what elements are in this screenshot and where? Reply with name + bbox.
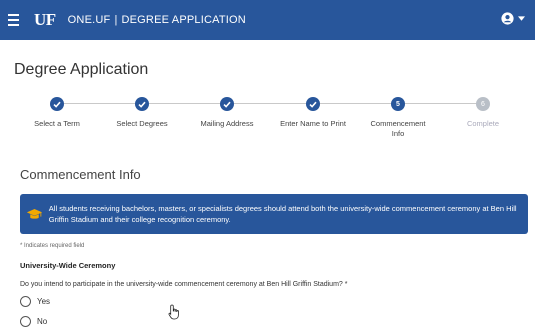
user-menu-button[interactable] (501, 12, 525, 25)
step-select-term[interactable]: Select a Term (14, 94, 100, 129)
radio-label-no: No (37, 317, 48, 326)
app-title: ONE.UF | DEGREE APPLICATION (68, 14, 246, 26)
step-label: Select Degrees (116, 119, 168, 128)
step-label: Mailing Address (200, 119, 254, 128)
user-icon (501, 12, 514, 25)
step-complete: 6 Complete (440, 94, 526, 129)
step-enter-name[interactable]: Enter Name to Print (270, 94, 356, 129)
info-alert: All students receiving bachelors, master… (20, 194, 528, 234)
step-label: Enter Name to Print (280, 119, 346, 128)
required-field-note: * Indicates required field (20, 243, 85, 249)
step-number: 6 (476, 97, 490, 111)
hamburger-icon[interactable] (8, 0, 26, 40)
radio-no[interactable]: No (20, 316, 47, 327)
alert-message: All students receiving bachelors, master… (48, 204, 517, 224)
check-icon (306, 97, 320, 111)
step-select-degrees[interactable]: Select Degrees (99, 94, 185, 129)
section-title: Commencement Info (20, 167, 141, 182)
page-title: Degree Application (14, 61, 149, 78)
app-section: DEGREE APPLICATION (121, 14, 246, 26)
progress-stepper: Select a Term Select Degrees Mailing Add… (14, 94, 526, 146)
step-label: Complete (466, 119, 500, 128)
radio-label-yes: Yes (37, 297, 51, 306)
step-label: Commencement Info (370, 119, 426, 138)
check-icon (220, 97, 234, 111)
radio-button-yes[interactable] (20, 296, 31, 307)
step-number: 5 (391, 97, 405, 111)
chevron-down-icon (518, 16, 525, 21)
title-separator: | (114, 14, 118, 26)
check-icon (50, 97, 64, 111)
step-commencement-info: 5 Commencement Info (355, 94, 441, 139)
graduation-cap-icon (20, 208, 49, 221)
participation-question: Do you intend to participate in the univ… (20, 281, 348, 288)
hand-cursor-icon (168, 304, 179, 320)
uf-logo[interactable]: UF (34, 10, 56, 30)
step-label: Select a Term (34, 119, 80, 128)
radio-button-no[interactable] (20, 316, 31, 327)
app-name: ONE.UF (67, 14, 111, 26)
check-icon (135, 97, 149, 111)
radio-yes[interactable]: Yes (20, 296, 50, 307)
top-nav-bar: UF ONE.UF | DEGREE APPLICATION (0, 0, 535, 40)
ceremony-subheading: University-Wide Ceremony (20, 261, 116, 270)
step-mailing-address[interactable]: Mailing Address (184, 94, 270, 129)
